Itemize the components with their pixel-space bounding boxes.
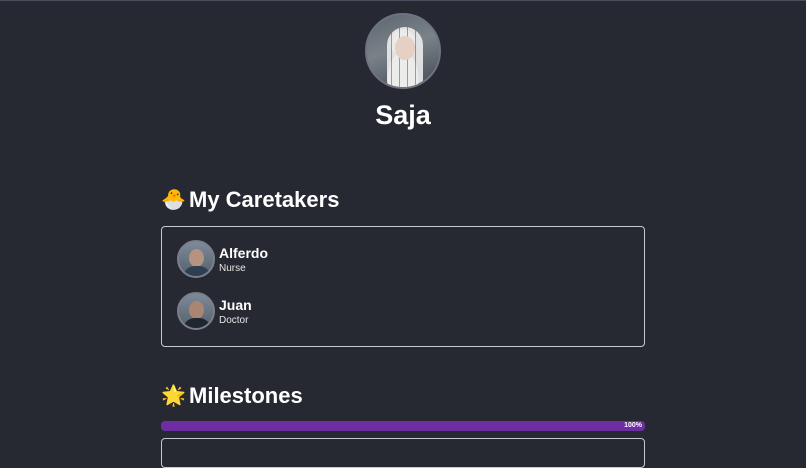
caretaker-name: Juan — [219, 296, 252, 313]
milestones-list — [161, 438, 645, 468]
milestones-title: Milestones — [189, 383, 303, 408]
caretaker-role: Doctor — [219, 314, 249, 326]
profile-name: Saja — [375, 100, 431, 130]
glowing-star-icon: 🌟 — [161, 385, 186, 407]
avatar — [177, 240, 215, 278]
progress-label: 100% — [624, 422, 642, 429]
caretaker-item[interactable]: Alferdo Nurse — [177, 240, 268, 278]
milestones-progress-bar: 100% — [161, 421, 645, 431]
caretakers-heading: 🐣 My Caretakers — [161, 186, 339, 214]
caretaker-name: Alferdo — [219, 244, 268, 261]
profile-header: Saja — [0, 13, 806, 131]
caretakers-title: My Caretakers — [189, 187, 340, 212]
top-divider — [0, 0, 806, 1]
caretakers-list: Alferdo Nurse Juan Doctor — [161, 226, 645, 347]
avatar-face — [395, 36, 415, 60]
progress-fill: 100% — [161, 421, 645, 431]
profile-avatar[interactable] — [365, 13, 441, 89]
milestones-heading: 🌟 Milestones — [161, 382, 303, 410]
hatching-chick-icon: 🐣 — [161, 189, 186, 211]
caretaker-role: Nurse — [219, 262, 246, 274]
caretaker-item[interactable]: Juan Doctor — [177, 292, 252, 330]
avatar — [177, 292, 215, 330]
